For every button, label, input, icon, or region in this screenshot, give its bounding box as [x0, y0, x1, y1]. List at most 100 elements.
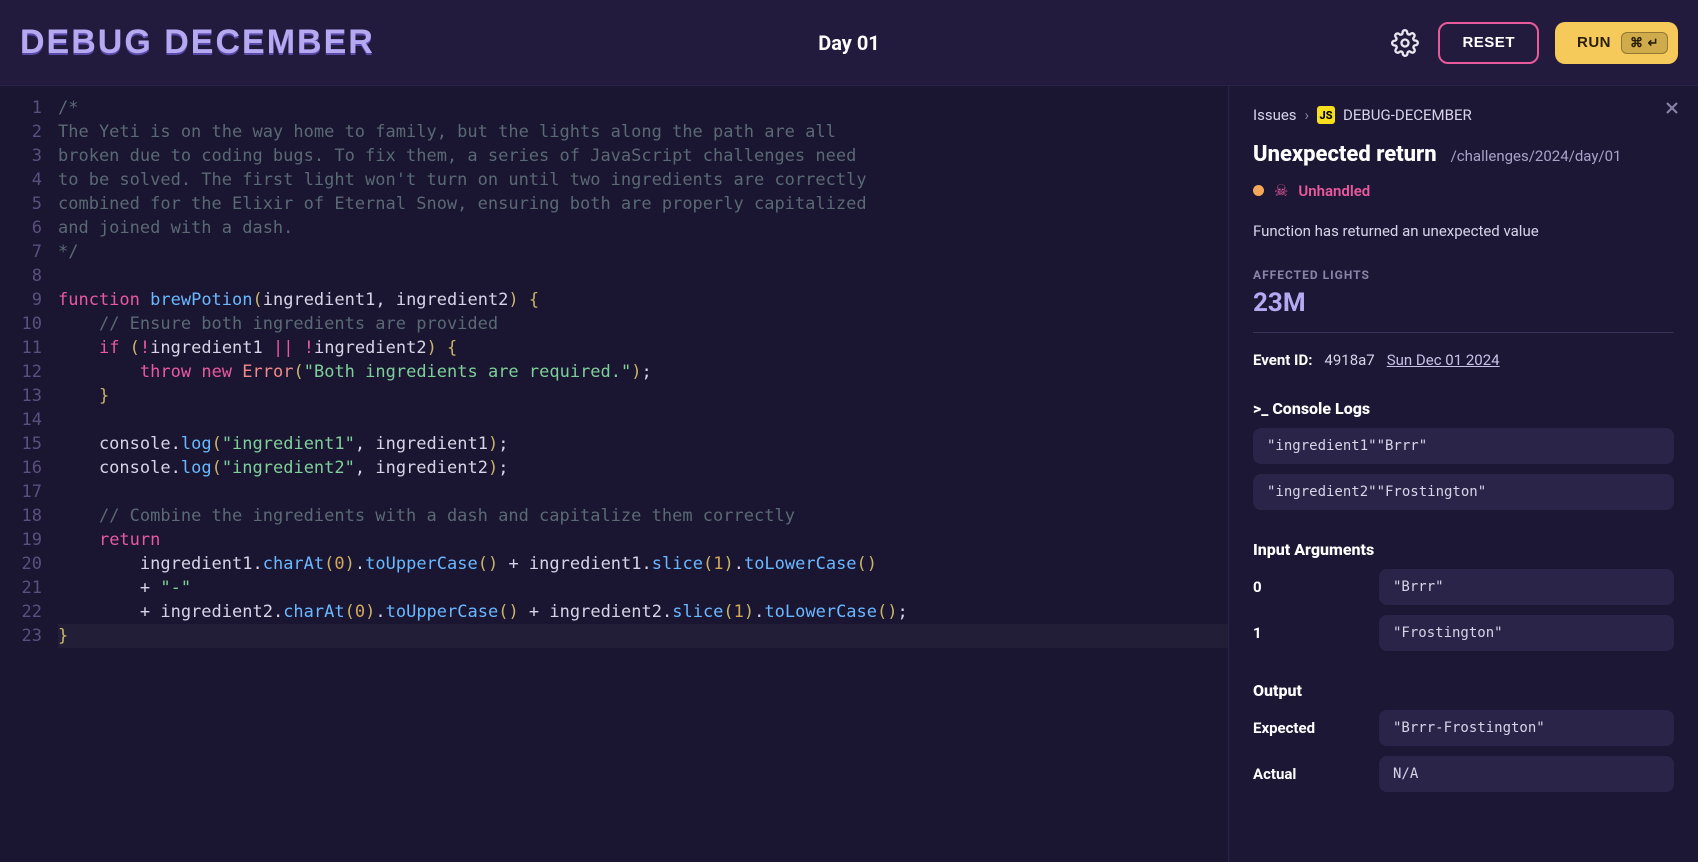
- line-number: 9: [0, 288, 42, 312]
- output-row: Actual N/A: [1253, 756, 1674, 792]
- line-number: 12: [0, 360, 42, 384]
- divider: [1253, 332, 1674, 333]
- code-line[interactable]: // Ensure both ingredients are provided: [58, 312, 1228, 336]
- code-line[interactable]: + "-": [58, 576, 1228, 600]
- line-number: 7: [0, 240, 42, 264]
- line-number: 10: [0, 312, 42, 336]
- affected-value: 23M: [1253, 288, 1674, 318]
- arg-value: "Brrr": [1379, 569, 1674, 605]
- arg-row: 0 "Brrr": [1253, 569, 1674, 605]
- code-line[interactable]: to be solved. The first light won't turn…: [58, 168, 1228, 192]
- arg-key: 1: [1253, 624, 1363, 642]
- line-number: 23: [0, 624, 42, 648]
- console-logs-header: >_ Console Logs: [1253, 399, 1674, 418]
- line-number: 16: [0, 456, 42, 480]
- line-number: 18: [0, 504, 42, 528]
- console-log-entry: "ingredient2""Frostington": [1253, 474, 1674, 510]
- skull-icon: ☠: [1274, 181, 1288, 200]
- code-line[interactable]: return: [58, 528, 1228, 552]
- issue-path: /challenges/2024/day/01: [1451, 147, 1622, 165]
- console-log-entry: "ingredient1""Brrr": [1253, 428, 1674, 464]
- line-number: 8: [0, 264, 42, 288]
- line-number: 20: [0, 552, 42, 576]
- breadcrumb: Issues › JS DEBUG-DECEMBER: [1253, 106, 1674, 124]
- code-line[interactable]: broken due to coding bugs. To fix them, …: [58, 144, 1228, 168]
- code-content[interactable]: /*The Yeti is on the way home to family,…: [58, 86, 1228, 862]
- js-icon: JS: [1317, 106, 1335, 124]
- settings-button[interactable]: [1388, 26, 1422, 60]
- reset-button[interactable]: RESET: [1438, 22, 1539, 64]
- code-line[interactable]: and joined with a dash.: [58, 216, 1228, 240]
- output-value: N/A: [1379, 756, 1674, 792]
- arg-row: 1 "Frostington": [1253, 615, 1674, 651]
- close-icon: [1662, 98, 1682, 118]
- chevron-right-icon: ›: [1305, 106, 1310, 124]
- output-key: Expected: [1253, 719, 1363, 737]
- status-label: Unhandled: [1298, 182, 1370, 200]
- event-id-value: 4918a7: [1324, 351, 1374, 369]
- topbar: DEBUG DECEMBER Day 01 RESET RUN ⌘ ↵: [0, 0, 1698, 86]
- run-shortcut: ⌘ ↵: [1621, 32, 1668, 54]
- line-number: 1: [0, 96, 42, 120]
- line-number: 2: [0, 120, 42, 144]
- arg-key: 0: [1253, 578, 1363, 596]
- code-line[interactable]: }: [58, 624, 1228, 648]
- code-line[interactable]: */: [58, 240, 1228, 264]
- code-line[interactable]: // Combine the ingredients with a dash a…: [58, 504, 1228, 528]
- line-number: 15: [0, 432, 42, 456]
- code-line[interactable]: ingredient1.charAt(0).toUpperCase() + in…: [58, 552, 1228, 576]
- output-value: "Brrr-Frostington": [1379, 710, 1674, 746]
- line-number: 14: [0, 408, 42, 432]
- output-row: Expected "Brrr-Frostington": [1253, 710, 1674, 746]
- issue-message: Function has returned an unexpected valu…: [1253, 222, 1674, 240]
- line-gutter: 1234567891011121314151617181920212223: [0, 86, 58, 862]
- code-line[interactable]: console.log("ingredient1", ingredient1);: [58, 432, 1228, 456]
- event-row: Event ID: 4918a7 Sun Dec 01 2024: [1253, 351, 1674, 369]
- event-date-link[interactable]: Sun Dec 01 2024: [1387, 351, 1500, 369]
- close-panel-button[interactable]: [1662, 98, 1682, 124]
- issue-status: ☠ Unhandled: [1253, 181, 1674, 200]
- output-header: Output: [1253, 681, 1674, 700]
- code-line[interactable]: }: [58, 384, 1228, 408]
- run-label: RUN: [1577, 34, 1611, 51]
- code-line[interactable]: + ingredient2.charAt(0).toUpperCase() + …: [58, 600, 1228, 624]
- crumb-project: DEBUG-DECEMBER: [1343, 106, 1472, 124]
- line-number: 22: [0, 600, 42, 624]
- code-line[interactable]: [58, 408, 1228, 432]
- output-key: Actual: [1253, 765, 1363, 783]
- line-number: 3: [0, 144, 42, 168]
- issue-title-row: Unexpected return /challenges/2024/day/0…: [1253, 142, 1674, 167]
- arg-value: "Frostington": [1379, 615, 1674, 651]
- code-line[interactable]: [58, 480, 1228, 504]
- code-line[interactable]: /*: [58, 96, 1228, 120]
- line-number: 21: [0, 576, 42, 600]
- line-number: 4: [0, 168, 42, 192]
- code-line[interactable]: if (!ingredient1 || !ingredient2) {: [58, 336, 1228, 360]
- logo: DEBUG DECEMBER: [20, 23, 375, 62]
- page-title: Day 01: [818, 31, 880, 55]
- code-line[interactable]: combined for the Elixir of Eternal Snow,…: [58, 192, 1228, 216]
- code-line[interactable]: [58, 264, 1228, 288]
- code-line[interactable]: function brewPotion(ingredient1, ingredi…: [58, 288, 1228, 312]
- affected-label: AFFECTED LIGHTS: [1253, 268, 1674, 282]
- run-button[interactable]: RUN ⌘ ↵: [1555, 22, 1678, 64]
- code-line[interactable]: The Yeti is on the way home to family, b…: [58, 120, 1228, 144]
- code-editor[interactable]: 1234567891011121314151617181920212223 /*…: [0, 86, 1228, 862]
- code-line[interactable]: throw new Error("Both ingredients are re…: [58, 360, 1228, 384]
- line-number: 17: [0, 480, 42, 504]
- status-dot-icon: [1253, 185, 1264, 196]
- line-number: 13: [0, 384, 42, 408]
- line-number: 11: [0, 336, 42, 360]
- issue-panel: Issues › JS DEBUG-DECEMBER Unexpected re…: [1228, 86, 1698, 862]
- input-args-header: Input Arguments: [1253, 540, 1674, 559]
- crumb-root[interactable]: Issues: [1253, 106, 1297, 124]
- line-number: 5: [0, 192, 42, 216]
- code-line[interactable]: console.log("ingredient2", ingredient2);: [58, 456, 1228, 480]
- issue-title: Unexpected return: [1253, 142, 1437, 167]
- topbar-actions: RESET RUN ⌘ ↵: [1388, 22, 1678, 64]
- line-number: 19: [0, 528, 42, 552]
- event-id-label: Event ID:: [1253, 351, 1312, 369]
- gear-icon: [1391, 29, 1419, 57]
- main: 1234567891011121314151617181920212223 /*…: [0, 86, 1698, 862]
- line-number: 6: [0, 216, 42, 240]
